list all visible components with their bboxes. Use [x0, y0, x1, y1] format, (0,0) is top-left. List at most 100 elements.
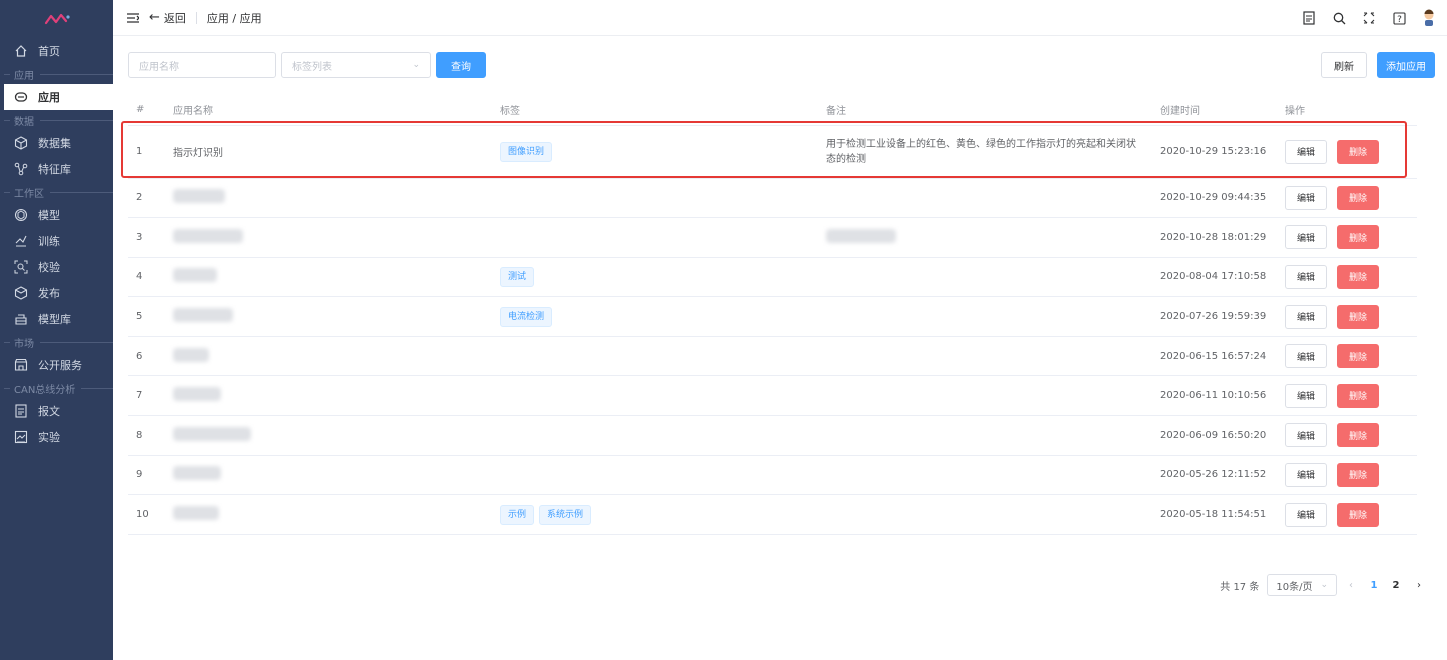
app-name[interactable] [165, 296, 492, 337]
delete-button[interactable]: 删除 [1337, 383, 1379, 408]
edit-button[interactable]: 编辑 [1285, 225, 1327, 250]
app-name-input[interactable]: 应用名称 [128, 52, 276, 78]
redacted-text [173, 268, 217, 283]
app-name[interactable] [165, 455, 492, 496]
search-icon[interactable] [1331, 10, 1347, 26]
tag-select[interactable]: 标签列表 ⌄ [281, 52, 431, 78]
add-app-button[interactable]: 添加应用 [1377, 52, 1435, 78]
table-row[interactable]: 3 2020-10-28 18:01:29 编辑 删除 [128, 217, 1417, 258]
edit-button[interactable]: 编辑 [1285, 344, 1327, 369]
app-name[interactable] [165, 217, 492, 258]
avatar[interactable] [1421, 9, 1437, 26]
back-arrow-icon[interactable]: ← [149, 10, 160, 25]
sidebar-item[interactable]: 实验 [0, 424, 113, 450]
row-actions: 编辑 删除 [1277, 375, 1417, 417]
back-link[interactable]: 返回 [164, 10, 186, 26]
sidebar-item[interactable]: 模型库 [0, 306, 113, 332]
redacted-text [173, 228, 243, 243]
sidebar-item[interactable]: 校验 [0, 254, 113, 280]
app-name[interactable] [165, 494, 492, 535]
app-name[interactable] [165, 375, 492, 417]
edit-button[interactable]: 编辑 [1285, 502, 1327, 527]
document-icon[interactable] [1301, 10, 1317, 26]
help-icon[interactable]: ? [1391, 10, 1407, 26]
row-index: 1 [128, 125, 165, 179]
delete-button[interactable]: 删除 [1337, 462, 1379, 487]
sidebar-item[interactable]: 应用 [4, 84, 113, 110]
row-index: 8 [128, 415, 165, 456]
delete-button[interactable]: 删除 [1337, 185, 1379, 210]
row-actions: 编辑 删除 [1277, 217, 1417, 258]
topbar: ← 返回 应用 / 应用 ? [113, 0, 1447, 36]
refresh-button[interactable]: 刷新 [1321, 52, 1367, 78]
edit-button[interactable]: 编辑 [1285, 423, 1327, 448]
app-name[interactable]: 指示灯识别 [165, 125, 492, 179]
delete-button[interactable]: 删除 [1337, 344, 1379, 369]
app-note [818, 178, 1152, 219]
edit-button[interactable]: 编辑 [1285, 139, 1327, 164]
row-actions: 编辑 删除 [1277, 415, 1417, 456]
table-row[interactable]: 6 2020-06-15 16:57:24 编辑 删除 [128, 336, 1417, 377]
sidebar-item[interactable]: 训练 [0, 228, 113, 254]
sidebar-item[interactable]: 首页 [0, 38, 113, 64]
table-row[interactable]: 5 电流检测 2020-07-26 19:59:39 编辑 删除 [128, 296, 1417, 337]
divider [195, 11, 197, 24]
table-row[interactable]: 8 2020-06-09 16:50:20 编辑 删除 [128, 415, 1417, 456]
page-size-select[interactable]: 10条/页 ⌄ [1267, 574, 1337, 596]
table-row[interactable]: 9 2020-05-26 12:11:52 编辑 删除 [128, 455, 1417, 496]
delete-button[interactable]: 删除 [1337, 225, 1379, 250]
edit-button[interactable]: 编辑 [1285, 264, 1327, 289]
page-number[interactable]: 1 [1365, 580, 1383, 591]
logo[interactable] [0, 0, 113, 38]
table-row[interactable]: 4 测试 2020-08-04 17:10:58 编辑 删除 [128, 257, 1417, 298]
app-table: # 应用名称 标签 备注 创建时间 操作 1 指示灯识别 图像识别 用于检测工业设备上的红色、黄… [128, 95, 1417, 535]
app-name[interactable] [165, 257, 492, 298]
app-name[interactable] [165, 178, 492, 219]
edit-button[interactable]: 编辑 [1285, 462, 1327, 487]
edit-button[interactable]: 编辑 [1285, 304, 1327, 329]
sidebar-item-label: 实验 [38, 431, 60, 444]
store-icon [14, 358, 28, 372]
nav-group-text: 工作区 [14, 188, 44, 200]
sidebar-item[interactable]: 特征库 [0, 156, 113, 182]
table-row[interactable]: 10 示例 系统示例 2020-05-18 11:54:51 编辑 删除 [128, 494, 1417, 535]
row-index: 10 [128, 494, 165, 535]
page-number[interactable]: 2 [1387, 580, 1405, 591]
edit-button[interactable]: 编辑 [1285, 383, 1327, 408]
edit-button[interactable]: 编辑 [1285, 185, 1327, 210]
table-row[interactable]: 1 指示灯识别 图像识别 用于检测工业设备上的红色、黄色、绿色的工作指示灯的亮起和关闭… [128, 125, 1417, 179]
delete-button[interactable]: 删除 [1337, 502, 1379, 527]
nav-group-text: CAN总线分析 [14, 384, 76, 396]
publish-icon [14, 286, 28, 300]
sidebar-item[interactable]: 模型 [0, 202, 113, 228]
column-header: 应用名称 [165, 95, 492, 126]
app-tags: 图像识别 [492, 125, 818, 179]
sidebar-item[interactable]: 公开服务 [0, 352, 113, 378]
delete-button[interactable]: 删除 [1337, 304, 1379, 329]
sidebar-item[interactable]: 数据集 [0, 130, 113, 156]
sidebar-item-label: 数据集 [38, 137, 71, 150]
created-time: 2020-08-04 17:10:58 [1152, 257, 1277, 298]
app-name[interactable] [165, 336, 492, 377]
menu-toggle-icon[interactable] [125, 10, 141, 26]
prev-page-icon[interactable]: ‹ [1349, 580, 1353, 591]
delete-button[interactable]: 删除 [1337, 139, 1379, 164]
row-index: 9 [128, 455, 165, 496]
nav-group-label: 应用 [0, 64, 113, 84]
sidebar-item[interactable]: 发布 [0, 280, 113, 306]
delete-button[interactable]: 删除 [1337, 423, 1379, 448]
app-tags: 测试 [492, 257, 818, 298]
nav-group-label: 市场 [0, 332, 113, 352]
fullscreen-icon[interactable] [1361, 10, 1377, 26]
sidebar-item[interactable]: 报文 [0, 398, 113, 424]
home-icon [14, 44, 28, 58]
table-row[interactable]: 7 2020-06-11 10:10:56 编辑 删除 [128, 375, 1417, 417]
delete-button[interactable]: 删除 [1337, 264, 1379, 289]
row-index: 7 [128, 375, 165, 417]
app-note [818, 494, 1152, 535]
logo-icon [44, 13, 70, 25]
next-page-icon[interactable]: › [1417, 580, 1421, 591]
app-name[interactable] [165, 415, 492, 456]
query-button[interactable]: 查询 [436, 52, 486, 78]
table-row[interactable]: 2 2020-10-29 09:44:35 编辑 删除 [128, 178, 1417, 219]
